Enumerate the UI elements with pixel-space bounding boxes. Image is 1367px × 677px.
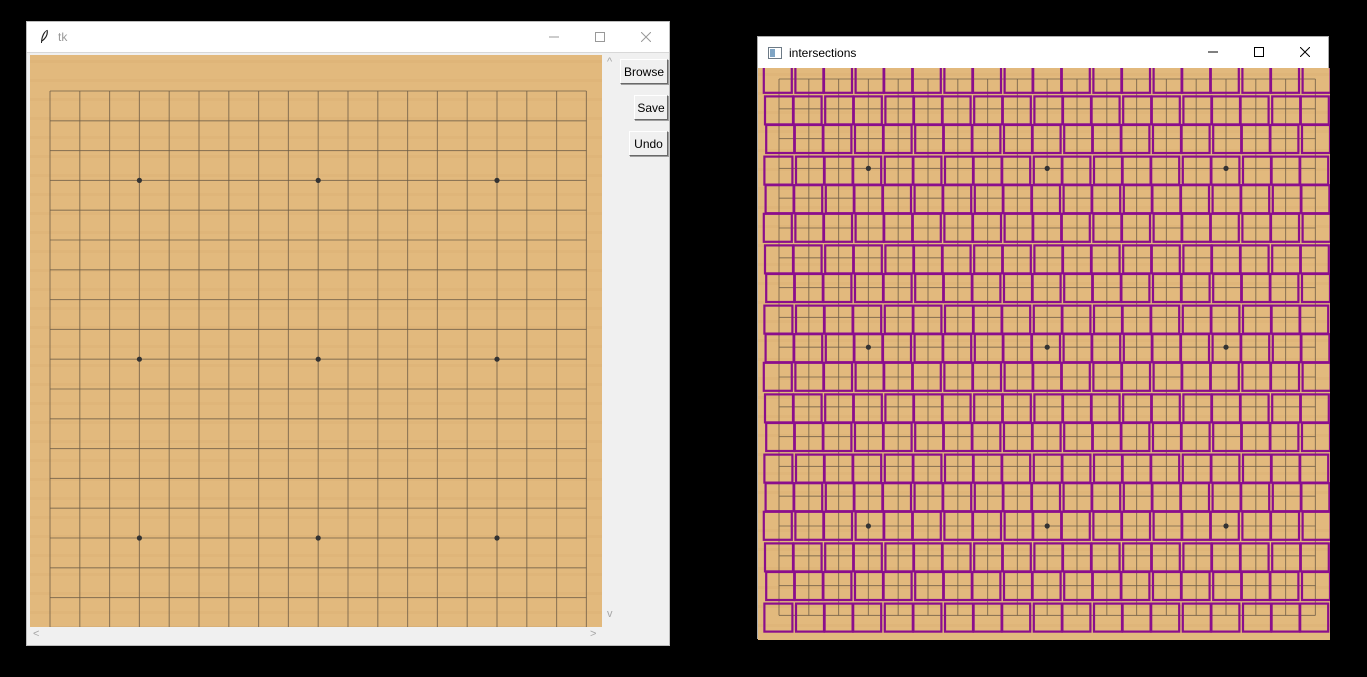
tk-window: tk ^ v < > Browse Save Undo [26,21,670,646]
scroll-left-icon[interactable]: < [33,629,39,640]
browse-button[interactable]: Browse [620,59,668,84]
window-title: intersections [789,45,857,60]
maximize-icon [1254,47,1264,57]
intersections-window: intersections [757,36,1332,640]
scroll-up-icon[interactable]: ^ [607,57,612,68]
go-board-photo [30,55,602,627]
maximize-icon [595,32,605,42]
intersections-image [758,63,1332,640]
star-point [494,356,500,362]
close-button[interactable] [623,22,669,52]
minimize-icon [549,36,559,38]
close-button[interactable] [1282,37,1328,67]
star-point [1044,344,1050,350]
image-canvas[interactable] [30,55,602,627]
star-point [865,523,871,529]
vertical-scrollbar[interactable]: ^ v [605,55,619,627]
star-point [136,535,142,541]
star-point [1223,523,1229,529]
undo-button[interactable]: Undo [629,131,668,156]
board-wood [30,55,602,627]
go-board-with-boxes [758,63,1332,640]
save-button[interactable]: Save [634,95,668,120]
scroll-right-icon[interactable]: > [590,629,596,640]
title-bar[interactable]: intersections [758,37,1328,68]
star-point [865,344,871,350]
minimize-icon [1208,51,1218,53]
maximize-button[interactable] [1236,37,1282,67]
horizontal-scrollbar[interactable]: < > [30,628,602,642]
tk-feather-icon [36,29,52,45]
window-title: tk [58,30,68,44]
star-point [494,535,500,541]
star-point [136,356,142,362]
scroll-down-icon[interactable]: v [607,609,613,620]
app-icon [767,45,783,61]
star-point [315,535,321,541]
star-point [315,356,321,362]
star-point [315,177,321,183]
minimize-button[interactable] [531,22,577,52]
minimize-button[interactable] [1190,37,1236,67]
close-icon [641,32,651,42]
star-point [136,177,142,183]
star-point [1044,523,1050,529]
maximize-button[interactable] [577,22,623,52]
star-point [1044,165,1050,171]
close-icon [1300,47,1310,57]
star-point [494,177,500,183]
title-bar[interactable]: tk [27,22,669,53]
star-point [1223,344,1229,350]
star-point [1223,165,1229,171]
star-point [865,165,871,171]
